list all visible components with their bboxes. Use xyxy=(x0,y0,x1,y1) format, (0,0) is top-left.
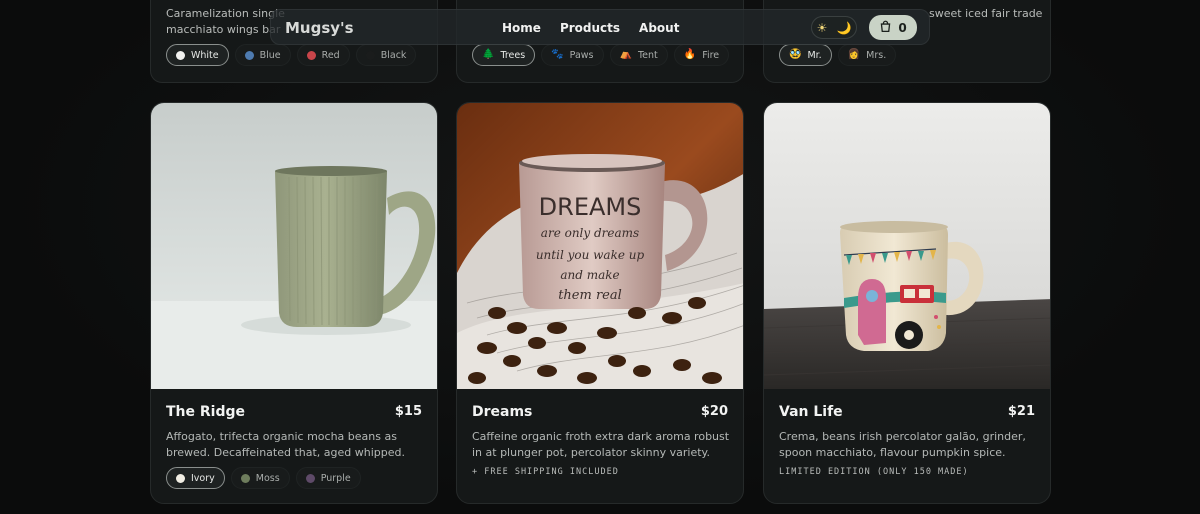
product-image-dreams-mug[interactable]: DREAMS are only dreams until you wake up… xyxy=(457,103,743,389)
option-label: Fire xyxy=(702,49,720,61)
nav-link-products[interactable]: Products xyxy=(560,21,620,35)
option-trees[interactable]: 🌲 Trees xyxy=(472,44,536,66)
tree-icon: 🌲 xyxy=(482,49,495,60)
option-label: Black xyxy=(380,49,407,61)
product-description: Affogato, trifecta organic mocha beans a… xyxy=(166,430,406,459)
product-image-van-life-mug[interactable] xyxy=(764,103,1050,389)
product-price: $15 xyxy=(394,404,422,419)
mug-print-text: and make xyxy=(560,268,619,282)
description-line: macchiato wings bar xyxy=(166,23,281,36)
color-swatch xyxy=(244,50,254,60)
nav-links: Home Products About xyxy=(502,21,679,35)
cart-count: 0 xyxy=(898,20,907,35)
option-tent[interactable]: ⛺ Tent xyxy=(609,44,668,66)
product-image-ridge-mug[interactable] xyxy=(151,103,437,389)
option-label: Trees xyxy=(500,49,526,61)
edition-note: LIMITED EDITION (ONLY 150 MADE) xyxy=(779,467,969,477)
option-label: Blue xyxy=(259,49,281,61)
style-options: 🥸 Mr. 👩 Mrs. xyxy=(779,44,897,66)
color-swatch xyxy=(176,473,185,483)
tent-icon: ⛺ xyxy=(619,49,632,60)
color-swatch xyxy=(306,50,316,60)
option-red[interactable]: Red xyxy=(296,44,350,66)
paw-icon: 🐾 xyxy=(551,49,564,60)
color-options: Ivory Moss Purple xyxy=(166,467,361,489)
nav-link-about[interactable]: About xyxy=(639,21,679,35)
option-label: White xyxy=(191,49,219,61)
option-label: Moss xyxy=(255,472,280,484)
mug-print-text: are only dreams xyxy=(541,226,639,240)
mustache-face-icon: 🥸 xyxy=(789,49,802,60)
brand-logo[interactable]: Mugsy's xyxy=(285,19,354,37)
product-price: $20 xyxy=(700,404,728,419)
sun-icon: ☀ xyxy=(816,20,828,35)
option-label: Paws xyxy=(569,49,594,61)
product-description: Crema, beans irish percolator galão, gri… xyxy=(779,430,1026,459)
option-fire[interactable]: 🔥 Fire xyxy=(673,44,730,66)
option-label: Ivory xyxy=(191,472,215,484)
option-label: Tent xyxy=(637,49,658,61)
description-line: sweet iced fair trade xyxy=(929,7,1043,20)
color-swatch xyxy=(240,473,250,483)
mug-print-text: DREAMS xyxy=(539,193,642,221)
option-label: Mr. xyxy=(807,49,822,61)
option-label: Purple xyxy=(320,472,351,484)
option-black[interactable]: Black xyxy=(355,44,417,66)
theme-toggle[interactable]: ☀ 🌙 xyxy=(811,16,857,39)
product-title: The Ridge xyxy=(166,404,246,420)
option-label: Mrs. xyxy=(866,49,887,61)
option-label: Red xyxy=(321,49,340,61)
color-options: White Blue Red Black xyxy=(166,44,417,66)
product-title: Van Life xyxy=(779,404,843,420)
woman-face-icon: 👩 xyxy=(847,49,861,60)
product-card-van-life[interactable]: Van Life $21 Crema, beans irish percolat… xyxy=(763,102,1051,504)
option-white[interactable]: White xyxy=(166,44,229,66)
option-mrs[interactable]: 👩 Mrs. xyxy=(837,44,897,66)
color-swatch xyxy=(305,473,315,483)
moon-icon: 🌙 xyxy=(836,20,852,35)
color-swatch xyxy=(365,50,375,60)
mug-print-text: until you wake up xyxy=(536,248,645,262)
navbar: Mugsy's Home Products About ☀ 🌙 0 xyxy=(270,9,930,45)
product-card-dreams[interactable]: DREAMS are only dreams until you wake up… xyxy=(456,102,744,504)
product-description: sweet iced fair trade xyxy=(929,6,1049,22)
shopping-bag-icon xyxy=(879,20,892,36)
shipping-note: + FREE SHIPPING INCLUDED xyxy=(472,467,619,477)
design-options: 🌲 Trees 🐾 Paws ⛺ Tent 🔥 Fire xyxy=(472,44,730,66)
color-swatch xyxy=(176,50,185,60)
product-description: Caffeine organic froth extra dark aroma … xyxy=(472,430,730,459)
cart-button[interactable]: 0 xyxy=(869,15,917,40)
nav-link-home[interactable]: Home xyxy=(502,21,541,35)
option-ivory[interactable]: Ivory xyxy=(166,467,225,489)
product-price: $21 xyxy=(1007,404,1035,419)
page: Caramelization single macchiato wings ba… xyxy=(0,0,1200,514)
option-moss[interactable]: Moss xyxy=(230,467,290,489)
option-blue[interactable]: Blue xyxy=(234,44,291,66)
description-line: Caramelization single xyxy=(166,7,285,20)
option-mr[interactable]: 🥸 Mr. xyxy=(779,44,832,66)
product-title: Dreams xyxy=(472,404,533,420)
option-paws[interactable]: 🐾 Paws xyxy=(541,44,604,66)
option-purple[interactable]: Purple xyxy=(295,467,361,489)
fire-icon: 🔥 xyxy=(683,49,697,60)
mug-print-text: them real xyxy=(558,288,622,303)
product-card-the-ridge[interactable]: The Ridge $15 Affogato, trifecta organic… xyxy=(150,102,438,504)
